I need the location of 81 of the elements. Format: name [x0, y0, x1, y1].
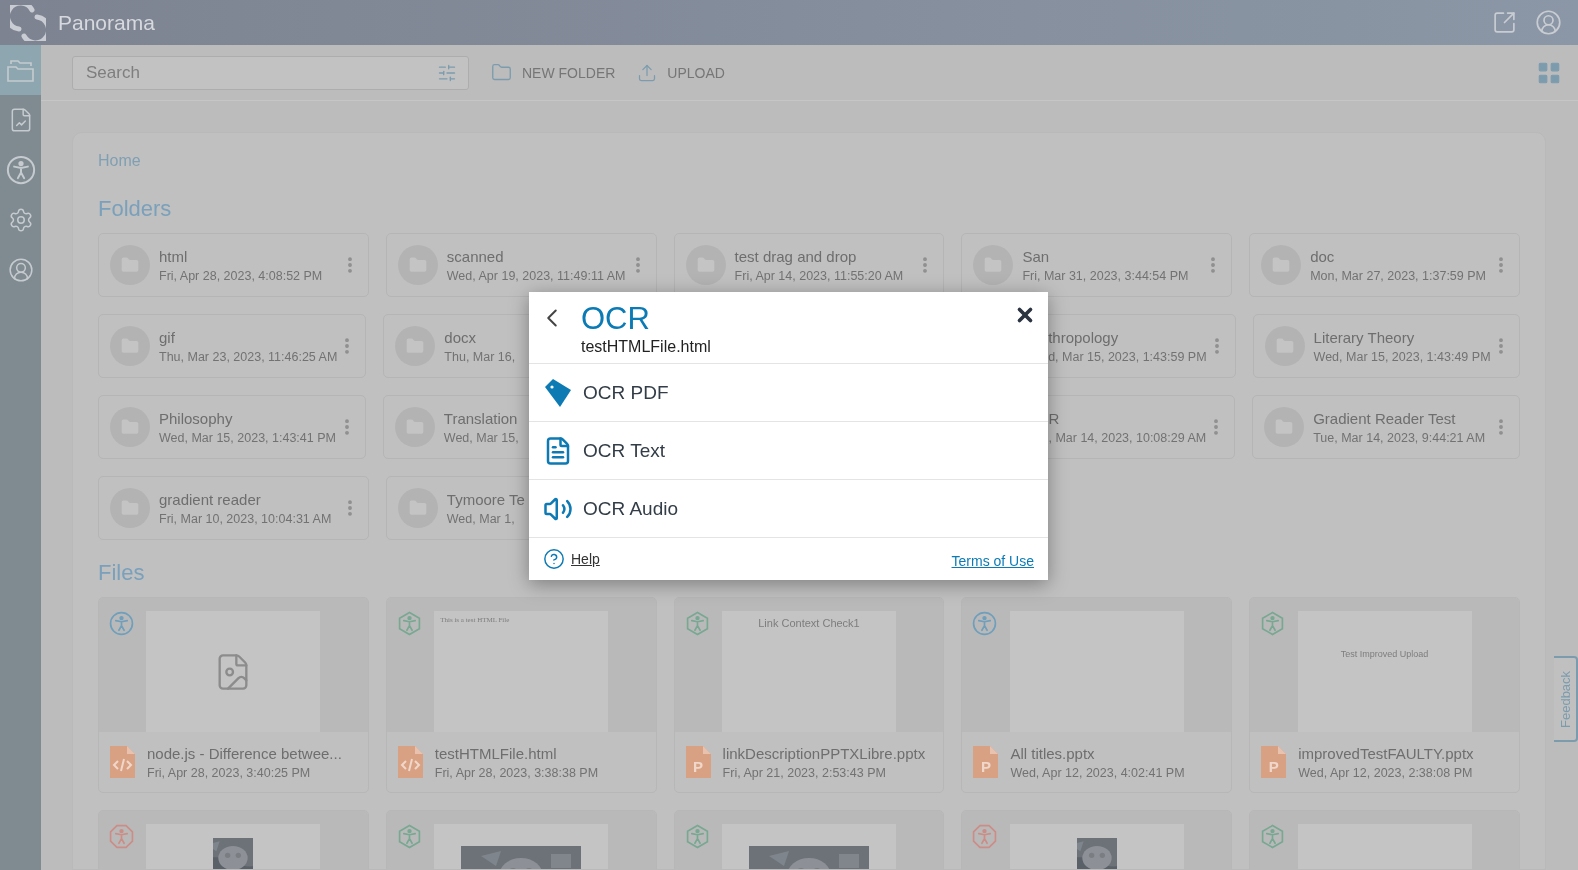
folder-date: Thu, Mar 16,	[444, 349, 517, 364]
tag-icon	[543, 377, 573, 408]
ocr-option[interactable]: OCR Audio	[529, 480, 1048, 538]
folder-date: Wed, Apr 19, 2023, 11:49:11 AM	[446, 268, 627, 283]
folder-date: Fri, Mar 10, 2023, 10:04:31 AM	[159, 511, 333, 526]
file-name: testHTMLFile.html	[434, 744, 558, 762]
folder-date: Wed, Mar 15, 2023, 1:43:49 PM	[1313, 349, 1491, 364]
folder-date: Mon, Mar 27, 2023, 1:37:59 PM	[1310, 268, 1487, 283]
folder-date: Fri, Apr 14, 2023, 11:55:20 AM	[734, 268, 905, 283]
folder-card[interactable]: doc Mon, Mar 27, 2023, 1:37:59 PM	[1249, 233, 1520, 297]
folder-name: Translation	[443, 409, 519, 427]
folder-card[interactable]: gif Thu, Mar 23, 2023, 11:46:25 AM	[98, 314, 367, 378]
folders-icon	[6, 58, 35, 82]
terms-link[interactable]: Terms of Use	[951, 553, 1034, 569]
file-name: improvedTestFAULTY.pptx	[1298, 744, 1474, 762]
folder-card[interactable]: gradient reader Fri, Mar 10, 2023, 10:04:31 AM	[98, 476, 369, 540]
file-name: node.js - Difference betwee...	[147, 744, 342, 762]
help-link[interactable]: Help	[543, 548, 600, 570]
file-card[interactable]: Link Context Check1 P linkDescriptionPPTXLibre.pptx Fri, Apr 21, 2023, 2:53:43 PM	[673, 597, 945, 793]
file-date: Fri, Apr 28, 2023, 3:40:25 PM	[147, 765, 312, 780]
presentation-file-icon: P	[1261, 746, 1287, 778]
folder-date: Wed, Mar 15,	[443, 430, 520, 445]
account-icon[interactable]	[1535, 9, 1562, 36]
folder-name: gradient reader	[159, 490, 262, 508]
folder-date: , Mar 14, 2023, 10:08:29 AM	[1048, 430, 1207, 445]
folder-card[interactable]: Philosophy Wed, Mar 15, 2023, 1:43:41 PM	[98, 395, 366, 459]
app-title: Panorama	[58, 10, 156, 35]
folder-card[interactable]: Literary Theory Wed, Mar 15, 2023, 1:43:49 PM	[1252, 314, 1520, 378]
folder-date: Fri, Apr 28, 2023, 4:08:52 PM	[159, 268, 324, 283]
file-date: Fri, Apr 28, 2023, 3:38:38 PM	[434, 765, 599, 780]
file-date: Fri, Apr 21, 2023, 2:53:43 PM	[722, 765, 887, 780]
folder-name: html	[159, 247, 189, 265]
new-folder-button[interactable]: NEW FOLDER	[491, 58, 616, 87]
folder-date: d, Mar 15, 2023, 1:43:59 PM	[1048, 349, 1207, 364]
file-name: All titles.pptx	[1010, 744, 1096, 762]
logo-icon	[10, 4, 46, 41]
presentation-file-icon: P	[685, 746, 711, 778]
file-name: linkDescriptionPPTXLibre.pptx	[722, 744, 926, 762]
folder-name: scanned	[446, 247, 505, 265]
folder-name: R	[1048, 409, 1061, 427]
file-card[interactable]: P All titles.pptx Wed, Apr 12, 2023, 4:02:41 PM	[961, 597, 1233, 793]
thumbnail-title: Test Improved Upload	[1340, 649, 1429, 659]
section-heading: Folders	[98, 196, 172, 222]
sidebar-item[interactable]	[0, 45, 41, 95]
folder-date: Wed, Mar 1,	[446, 511, 516, 526]
folder-card[interactable]: html Fri, Apr 28, 2023, 4:08:52 PM	[98, 233, 369, 297]
thumbnail-title: Link Context Check1	[758, 617, 860, 629]
folder-icon	[491, 62, 512, 83]
ocr-option[interactable]: OCR PDF	[529, 364, 1048, 422]
ocr-option[interactable]: OCR Text	[529, 422, 1048, 480]
filter-icon[interactable]	[437, 62, 457, 83]
file-date: Wed, Apr 12, 2023, 4:02:41 PM	[1010, 765, 1185, 780]
breadcrumb-link[interactable]: Home	[98, 152, 141, 170]
folder-name: Philosophy	[159, 409, 234, 427]
section-heading: Files	[98, 560, 145, 586]
folder-date: Wed, Mar 15, 2023, 1:43:41 PM	[159, 430, 337, 445]
help-icon	[543, 548, 565, 570]
folder-name: test drag and drop	[734, 247, 858, 265]
folder-name: Literary Theory	[1313, 328, 1416, 346]
file-card[interactable]: node.js - Difference betwee... Fri, Apr 28, 2023, 3:40:25 PM	[98, 597, 369, 793]
account-icon	[7, 257, 34, 283]
accessibility-icon	[5, 155, 36, 185]
folder-name: San	[1022, 247, 1051, 265]
folder-card[interactable]: Gradient Reader Test Tue, Mar 14, 2023, 9:44:21 AM	[1252, 395, 1520, 459]
upload-button[interactable]: UPLOAD	[637, 58, 725, 87]
file-date: Wed, Apr 12, 2023, 2:38:08 PM	[1298, 765, 1474, 780]
upload-icon	[637, 62, 658, 83]
search-field[interactable]: Search	[72, 55, 469, 90]
folder-name: gif	[159, 328, 176, 346]
folder-date: Fri, Mar 31, 2023, 3:44:54 PM	[1022, 268, 1190, 283]
folder-name: doc	[1310, 247, 1336, 265]
folder-date: Tue, Mar 14, 2023, 9:44:21 AM	[1313, 430, 1487, 445]
settings-icon	[7, 207, 34, 233]
folder-name: thropology	[1048, 328, 1120, 346]
folder-name: Gradient Reader Test	[1313, 409, 1457, 427]
folder-name: Tymoore Te	[446, 490, 526, 508]
external-link-icon[interactable]	[1492, 10, 1517, 35]
presentation-file-icon: P	[973, 746, 999, 778]
feedback-tab[interactable]: Feedback	[1554, 656, 1578, 742]
file-card[interactable]: Test Improved Upload P improvedTestFAULTY.pptx Wed, Apr 12, 2023, 2:38:08 PM	[1249, 597, 1520, 793]
folder-date: Thu, Mar 23, 2023, 11:46:25 AM	[159, 349, 338, 364]
